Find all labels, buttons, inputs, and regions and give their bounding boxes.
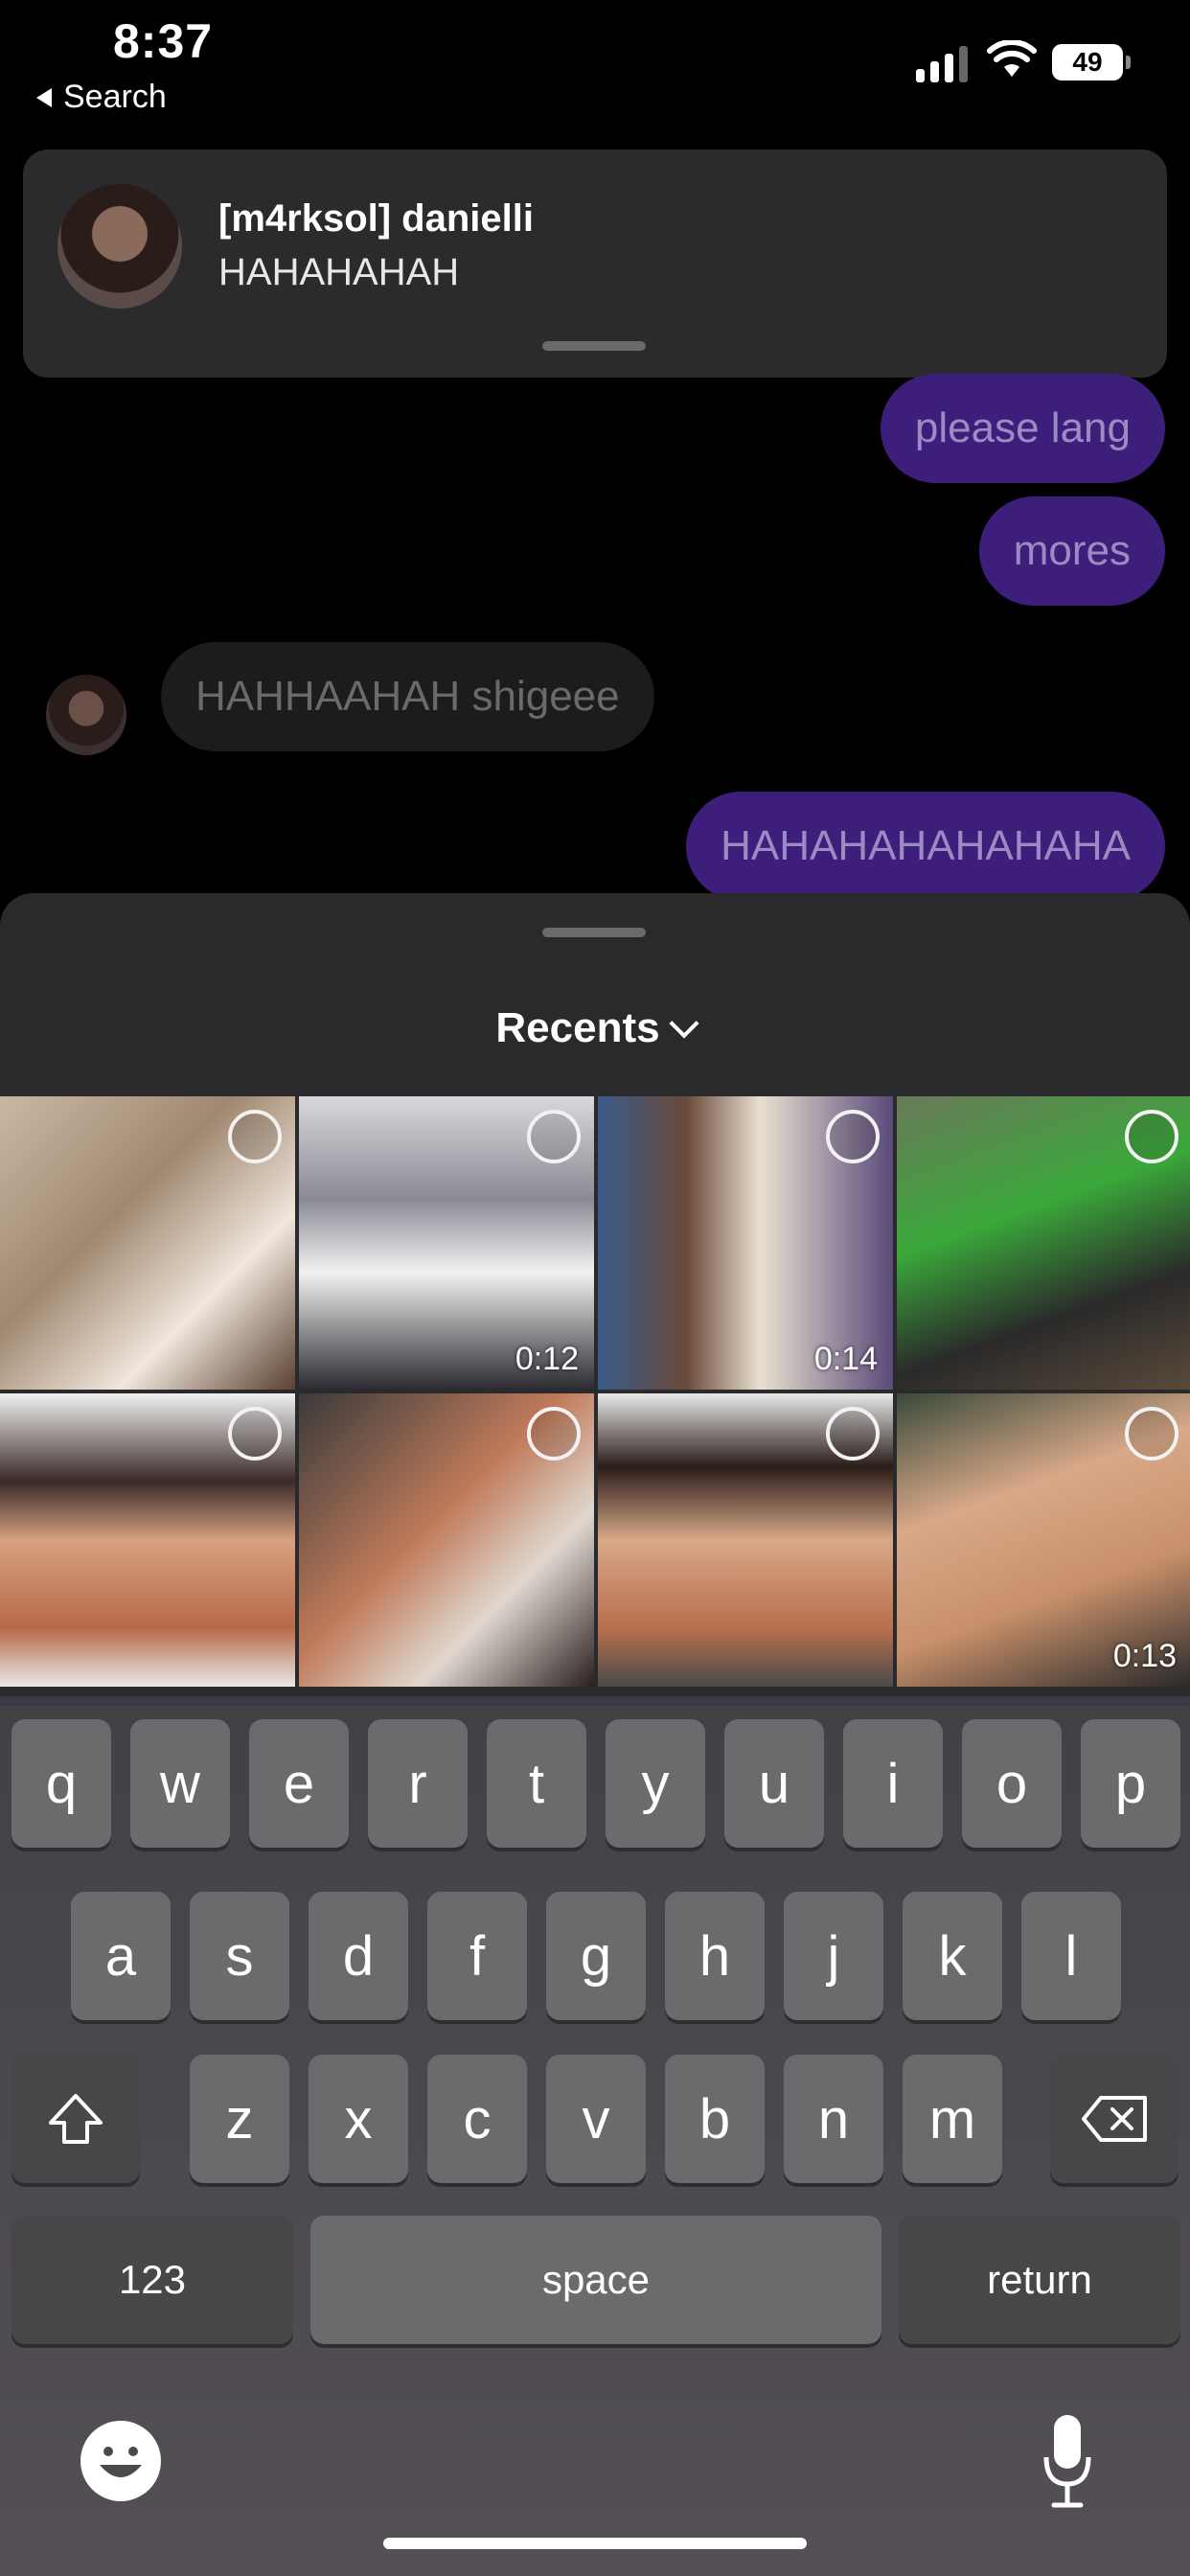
key-x[interactable]: x bbox=[309, 2055, 408, 2183]
battery-icon: 49 bbox=[1052, 44, 1131, 80]
key-l[interactable]: l bbox=[1021, 1892, 1121, 2020]
key-i[interactable]: i bbox=[843, 1719, 943, 1848]
back-arrow-icon bbox=[36, 87, 52, 107]
photo-tile[interactable] bbox=[299, 1393, 594, 1687]
photo-tile[interactable] bbox=[598, 1393, 893, 1687]
key-c[interactable]: c bbox=[427, 2055, 527, 2183]
key-w[interactable]: w bbox=[130, 1719, 230, 1848]
photo-tile[interactable]: 0:14 bbox=[598, 1096, 893, 1390]
select-circle[interactable] bbox=[826, 1407, 880, 1460]
microphone-icon[interactable] bbox=[1042, 2413, 1092, 2509]
banner-grabber[interactable] bbox=[542, 341, 646, 351]
video-duration: 0:14 bbox=[813, 1341, 878, 1377]
select-circle[interactable] bbox=[1125, 1407, 1179, 1460]
space-key[interactable]: space bbox=[310, 2216, 881, 2344]
message-bubble-outgoing[interactable]: HAHAHAHAHAHAHA bbox=[686, 792, 1165, 901]
key-z[interactable]: z bbox=[190, 2055, 289, 2183]
key-m[interactable]: m bbox=[903, 2055, 1002, 2183]
key-a[interactable]: a bbox=[71, 1892, 171, 2020]
back-label: Search bbox=[63, 79, 167, 115]
status-time: 8:37 bbox=[113, 14, 214, 68]
message-bubble-outgoing[interactable]: mores bbox=[978, 496, 1165, 606]
select-circle[interactable] bbox=[1125, 1110, 1179, 1163]
key-r[interactable]: r bbox=[368, 1719, 468, 1848]
numbers-key[interactable]: 123 bbox=[11, 2216, 293, 2344]
return-key[interactable]: return bbox=[899, 2216, 1180, 2344]
message-bubble-outgoing[interactable]: please lang bbox=[880, 374, 1165, 483]
delete-key[interactable] bbox=[1050, 2055, 1179, 2183]
avatar[interactable] bbox=[46, 675, 126, 755]
avatar bbox=[57, 184, 182, 309]
home-indicator[interactable] bbox=[383, 2538, 807, 2549]
key-e[interactable]: e bbox=[249, 1719, 349, 1848]
select-circle[interactable] bbox=[826, 1110, 880, 1163]
key-d[interactable]: d bbox=[309, 1892, 408, 2020]
wifi-icon bbox=[987, 40, 1037, 77]
select-circle[interactable] bbox=[527, 1407, 581, 1460]
message-bubble-incoming[interactable]: HAHHAAHAH shigeee bbox=[161, 642, 654, 751]
key-t[interactable]: t bbox=[487, 1719, 586, 1848]
key-v[interactable]: v bbox=[546, 2055, 646, 2183]
key-f[interactable]: f bbox=[427, 1892, 527, 2020]
key-b[interactable]: b bbox=[665, 2055, 765, 2183]
key-k[interactable]: k bbox=[903, 1892, 1002, 2020]
photo-tile[interactable] bbox=[0, 1393, 295, 1687]
key-g[interactable]: g bbox=[546, 1892, 646, 2020]
key-p[interactable]: p bbox=[1081, 1719, 1180, 1848]
notification-title: [m4rksol] danielli bbox=[218, 197, 534, 240]
key-y[interactable]: y bbox=[606, 1719, 705, 1848]
photo-tile[interactable]: 0:13 bbox=[897, 1393, 1190, 1687]
key-s[interactable]: s bbox=[190, 1892, 289, 2020]
key-j[interactable]: j bbox=[784, 1892, 883, 2020]
shift-key[interactable] bbox=[11, 2055, 140, 2183]
photo-tile[interactable]: 0:12 bbox=[299, 1096, 594, 1390]
key-n[interactable]: n bbox=[784, 2055, 883, 2183]
key-h[interactable]: h bbox=[665, 1892, 765, 2020]
key-u[interactable]: u bbox=[724, 1719, 824, 1848]
emoji-icon[interactable] bbox=[80, 2421, 161, 2501]
album-selector[interactable]: Recents bbox=[0, 1004, 1190, 1052]
photo-grid: 0:12 0:14 0:13 bbox=[0, 1096, 1190, 1687]
photo-tile[interactable] bbox=[897, 1096, 1190, 1390]
video-duration: 0:13 bbox=[1112, 1638, 1177, 1674]
back-to-search-button[interactable]: Search bbox=[36, 79, 167, 116]
backspace-icon bbox=[1082, 2096, 1147, 2142]
album-label: Recents bbox=[495, 1004, 660, 1051]
cellular-signal-icon bbox=[916, 40, 968, 82]
chevron-down-icon bbox=[669, 1008, 699, 1039]
sheet-grabber[interactable] bbox=[542, 928, 646, 937]
shift-icon bbox=[49, 2094, 103, 2144]
select-circle[interactable] bbox=[228, 1110, 282, 1163]
select-circle[interactable] bbox=[228, 1407, 282, 1460]
key-q[interactable]: q bbox=[11, 1719, 111, 1848]
select-circle[interactable] bbox=[527, 1110, 581, 1163]
key-o[interactable]: o bbox=[962, 1719, 1062, 1848]
video-duration: 0:12 bbox=[515, 1341, 579, 1377]
notification-message: HAHAHAHAH bbox=[218, 251, 460, 293]
photo-tile[interactable] bbox=[0, 1096, 295, 1390]
